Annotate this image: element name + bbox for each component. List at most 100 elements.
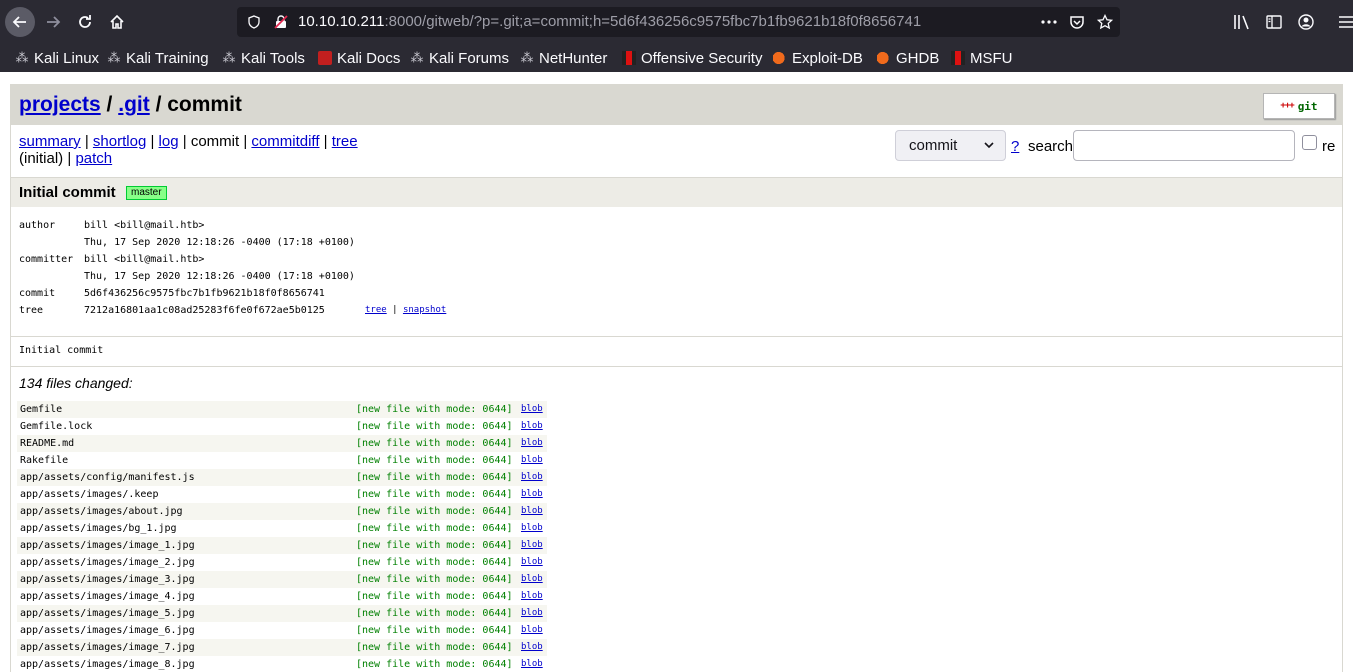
blob-link[interactable]: blob <box>521 574 543 584</box>
file-row: Rakefile [new file with mode: 0644] blob <box>17 452 547 469</box>
blob-link[interactable]: blob <box>521 540 543 550</box>
file-name-link[interactable]: app/assets/images/image_3.jpg <box>20 574 195 585</box>
commit-key: commit <box>19 288 56 299</box>
search-help-link[interactable]: ? <box>1011 138 1019 155</box>
file-name-link[interactable]: app/assets/config/manifest.js <box>20 472 195 483</box>
search-input[interactable] <box>1073 130 1295 161</box>
sidebar-icon[interactable] <box>1264 12 1284 32</box>
file-mode-status: [new file with mode: 0644] <box>356 472 513 483</box>
file-row: app/assets/images/.keep [new file with mo… <box>17 486 547 503</box>
bookmark-nethunter[interactable]: ⁂ NetHunter <box>520 49 608 67</box>
file-name-link[interactable]: app/assets/images/image_5.jpg <box>20 608 195 619</box>
blob-link[interactable]: blob <box>521 506 543 516</box>
bookmark-kali-training[interactable]: ⁂ Kali Training <box>107 49 209 67</box>
tree-link[interactable]: tree <box>365 305 387 315</box>
action-nav: summary | shortlog | log | commit | comm… <box>19 133 358 167</box>
tree-hash: 7212a16801aa1c08ad25283f6fe0f672ae5b0125 <box>84 305 325 316</box>
back-button[interactable] <box>5 7 35 37</box>
file-name-link[interactable]: app/assets/images/image_4.jpg <box>20 591 195 602</box>
bookmark-kali-docs[interactable]: Kali Docs <box>318 49 400 67</box>
bookmark-kali-tools[interactable]: ⁂ Kali Tools <box>222 49 305 67</box>
home-icon <box>110 14 124 29</box>
bookmark-label: Kali Linux <box>34 49 100 67</box>
file-name-link[interactable]: Rakefile <box>20 455 68 466</box>
file-name-link[interactable]: app/assets/images/image_1.jpg <box>20 540 195 551</box>
snapshot-link[interactable]: snapshot <box>403 305 446 315</box>
blob-link[interactable]: blob <box>521 438 543 448</box>
url-text[interactable]: 10.10.10.211:8000/gitweb/?p=.git;a=commi… <box>298 13 921 30</box>
bookmark-kali-forums[interactable]: ⁂ Kali Forums <box>410 49 510 67</box>
url-host: 10.10.10.211 <box>298 13 385 30</box>
nav-pipe: | <box>67 150 72 167</box>
blob-link[interactable]: blob <box>521 557 543 567</box>
gitweb-frame: projects / .git / commit +++ git summary… <box>10 84 1343 672</box>
menu-icon[interactable] <box>1336 12 1353 32</box>
divider <box>11 336 1342 337</box>
file-name-link[interactable]: app/assets/images/about.jpg <box>20 506 183 517</box>
forward-button[interactable] <box>38 7 68 37</box>
bookmark-msfu[interactable]: MSFU <box>951 49 1013 67</box>
blob-link[interactable]: blob <box>521 591 543 601</box>
blob-link[interactable]: blob <box>521 421 543 431</box>
nav-summary[interactable]: summary <box>19 133 81 150</box>
nav-pipe: | <box>84 133 89 150</box>
blob-link[interactable]: blob <box>521 625 543 635</box>
shield-icon[interactable] <box>246 14 262 30</box>
page-header: projects / .git / commit +++ git <box>11 85 1342 125</box>
file-mode-status: [new file with mode: 0644] <box>356 642 513 653</box>
committer-date: Thu, 17 Sep 2020 12:18:26 -0400 (17:18 +… <box>84 271 355 282</box>
search-type-select[interactable]: commit <box>895 130 1006 161</box>
bookmark-star-icon[interactable] <box>1096 13 1114 31</box>
blob-link[interactable]: blob <box>521 659 543 669</box>
bookmark-ghdb[interactable]: GHDB <box>877 49 939 67</box>
file-name-link[interactable]: app/assets/images/image_8.jpg <box>20 659 195 670</box>
author-key: author <box>19 220 56 231</box>
account-icon[interactable] <box>1296 12 1316 32</box>
blob-link[interactable]: blob <box>521 642 543 652</box>
projects-link[interactable]: projects <box>19 93 101 116</box>
nav-initial: (initial) <box>19 150 64 167</box>
blob-link[interactable]: blob <box>521 608 543 618</box>
blob-link[interactable]: blob <box>521 404 543 414</box>
tree-key: tree <box>19 305 44 316</box>
branch-badge[interactable]: master <box>126 186 167 200</box>
pocket-icon[interactable] <box>1068 13 1086 31</box>
nav-commitdiff[interactable]: commitdiff <box>251 133 319 150</box>
bookmark-label: Kali Tools <box>241 49 305 67</box>
file-mode-status: [new file with mode: 0644] <box>356 506 513 517</box>
url-bar[interactable]: 10.10.10.211:8000/gitweb/?p=.git;a=commi… <box>237 7 1120 37</box>
file-name-link[interactable]: Gemfile <box>20 404 62 415</box>
blob-link[interactable]: blob <box>521 455 543 465</box>
file-row: app/assets/images/bg_1.jpg [new file with… <box>17 520 547 537</box>
bookmark-offensive-security[interactable]: Offensive Security <box>622 49 762 67</box>
blob-link[interactable]: blob <box>521 523 543 533</box>
file-name-link[interactable]: Gemfile.lock <box>20 421 92 432</box>
git-logo[interactable]: +++ git <box>1263 93 1335 119</box>
nav-log[interactable]: log <box>159 133 179 150</box>
library-icon[interactable] <box>1232 12 1252 32</box>
page-actions-icon[interactable] <box>1040 13 1058 31</box>
file-name-link[interactable]: app/assets/images/image_7.jpg <box>20 642 195 653</box>
blob-link[interactable]: blob <box>521 489 543 499</box>
search-label: search: <box>1028 138 1078 155</box>
file-name-link[interactable]: app/assets/images/.keep <box>20 489 158 500</box>
file-name-link[interactable]: README.md <box>20 438 74 449</box>
file-name-link[interactable]: app/assets/images/image_6.jpg <box>20 625 195 636</box>
home-button[interactable] <box>102 7 132 37</box>
file-name-link[interactable]: app/assets/images/bg_1.jpg <box>20 523 177 534</box>
chevron-down-icon <box>983 138 995 155</box>
blob-link[interactable]: blob <box>521 472 543 482</box>
nav-pipe: | <box>150 133 155 150</box>
commit-title-bar[interactable]: Initial commit master <box>11 177 1342 207</box>
repo-link[interactable]: .git <box>118 93 150 116</box>
regex-checkbox[interactable] <box>1302 135 1317 150</box>
insecure-lock-icon[interactable] <box>273 14 289 30</box>
nav-patch[interactable]: patch <box>75 150 112 167</box>
nav-tree[interactable]: tree <box>332 133 358 150</box>
reload-button[interactable] <box>70 7 100 37</box>
nav-shortlog[interactable]: shortlog <box>93 133 146 150</box>
git-logo-plus: +++ <box>1280 101 1294 111</box>
file-name-link[interactable]: app/assets/images/image_2.jpg <box>20 557 195 568</box>
bookmark-exploit-db[interactable]: Exploit-DB <box>773 49 863 67</box>
bookmark-kali-linux[interactable]: ⁂ Kali Linux <box>15 49 100 67</box>
